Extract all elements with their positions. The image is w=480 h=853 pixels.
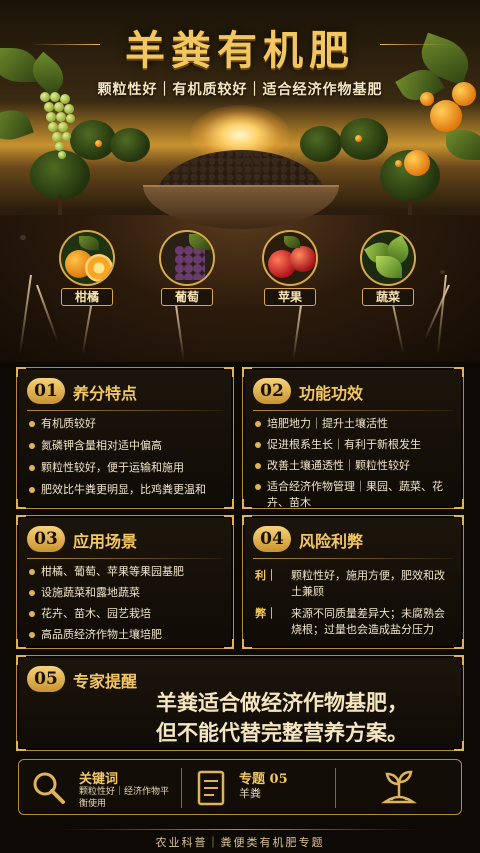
topic-title: 专题 05 <box>239 772 288 787</box>
advice-line-2: 但不能代替完整营养方案。 <box>156 720 408 745</box>
page-title: 羊粪有机肥 <box>125 27 355 74</box>
section-number: 05 <box>27 666 65 692</box>
topic-cell: 专题 05 羊粪 <box>183 760 333 816</box>
crop-badge-grape: 葡萄 <box>155 230 219 306</box>
list-item: 颗粒性较好，便于运输和施用 <box>29 460 225 476</box>
footer-rule <box>60 829 420 830</box>
page-subtitle: 颗粒性好｜有机质较好｜适合经济作物基肥 <box>97 82 383 98</box>
cons-text: 来源不同质量差异大；未腐熟会烧根；过量也会造成盐分压力 <box>291 607 445 636</box>
section-title: 风险利弊 <box>299 532 364 551</box>
list-item: 改善土壤通透性｜颗粒性较好 <box>255 458 455 474</box>
cons-key: 弊｜ <box>255 607 277 620</box>
cons-row: 弊｜ 来源不同质量差异大；未腐熟会烧根；过量也会造成盐分压力 <box>255 606 455 638</box>
document-icon <box>197 770 225 806</box>
advice-card: 05 专家提醒 羊粪适合做经济作物基肥， 但不能代替完整营养方案。 <box>16 655 464 751</box>
list-item: 有机质较好 <box>29 416 225 432</box>
crop-label: 苹果 <box>264 288 316 306</box>
list-item: 适合经济作物管理｜果园、蔬菜、花卉、苗木 <box>255 479 455 511</box>
crop-label: 蔬菜 <box>362 288 414 306</box>
vegetable-icon <box>360 230 416 286</box>
list-item: 促进根系生长｜有利于新根发生 <box>255 437 455 453</box>
sprout-icon <box>381 770 417 804</box>
list-item: 肥效比牛粪更明显，比鸡粪更温和 <box>29 482 225 498</box>
crop-badge-citrus: 柑橘 <box>55 230 119 306</box>
list-item: 花卉、苗木、园艺栽培 <box>29 606 225 622</box>
pros-key: 利｜ <box>255 569 277 582</box>
search-icon <box>33 772 65 804</box>
page-footer: 农业科普｜粪便类有机肥专题 <box>155 836 325 849</box>
section-number: 01 <box>27 378 65 404</box>
functions-card: 02 功能功效 培肥地力｜提升土壤活性 促进根系生长｜有利于新根发生 改善土壤通… <box>242 367 464 509</box>
section-number: 03 <box>27 526 65 552</box>
keywords-title: 关键词 <box>79 772 119 787</box>
section-number: 02 <box>253 378 291 404</box>
sprout-cell <box>337 760 461 816</box>
list-item: 培肥地力｜提升土壤活性 <box>255 416 455 432</box>
hero-banner: 羊粪有机肥 颗粒性好｜有机质较好｜适合经济作物基肥 柑橘 葡萄 苹果 蔬菜 <box>0 0 480 362</box>
list-item: 设施蔬菜和露地蔬菜 <box>29 585 225 601</box>
nutrients-card: 01 养分特点 有机质较好 氮磷钾含量相对适中偏高 颗粒性较好，便于运输和施用 … <box>16 367 234 509</box>
crop-badge-vegetable: 蔬菜 <box>356 230 420 306</box>
list-item: 柑橘、葡萄、苹果等果园基肥 <box>29 564 225 580</box>
topic-text: 羊粪 <box>239 787 261 800</box>
apple-icon <box>262 230 318 286</box>
pros-row: 利｜ 颗粒性好，施用方便，肥效和改土兼顾 <box>255 568 455 600</box>
section-title: 功能功效 <box>299 384 364 403</box>
bottom-info-bar: 关键词 颗粒性好｜经济作物平衡使用 专题 05 羊粪 <box>18 759 462 815</box>
list-item: 氮磷钾含量相对适中偏高 <box>29 438 225 454</box>
crop-label: 葡萄 <box>161 288 213 306</box>
grape-icon <box>159 230 215 286</box>
advice-line-1: 羊粪适合做经济作物基肥， <box>156 690 408 715</box>
section-number: 04 <box>253 526 291 552</box>
crop-label: 柑橘 <box>61 288 113 306</box>
section-title: 养分特点 <box>73 384 138 403</box>
risks-card: 04 风险利弊 利｜ 颗粒性好，施用方便，肥效和改土兼顾 弊｜ 来源不同质量差异… <box>242 515 464 649</box>
page: 羊粪有机肥 颗粒性好｜有机质较好｜适合经济作物基肥 柑橘 葡萄 苹果 蔬菜 01… <box>0 0 480 853</box>
pros-text: 颗粒性好，施用方便，肥效和改土兼顾 <box>291 569 445 598</box>
list-item: 高品质经济作物土壤培肥 <box>29 627 225 643</box>
citrus-icon <box>59 230 115 286</box>
section-title: 应用场景 <box>73 532 138 551</box>
keywords-cell: 关键词 颗粒性好｜经济作物平衡使用 <box>19 760 179 816</box>
scenarios-card: 03 应用场景 柑橘、葡萄、苹果等果园基肥 设施蔬菜和露地蔬菜 花卉、苗木、园艺… <box>16 515 234 649</box>
keywords-text: 颗粒性好｜经济作物平衡使用 <box>79 787 170 809</box>
crop-badge-apple: 苹果 <box>258 230 322 306</box>
